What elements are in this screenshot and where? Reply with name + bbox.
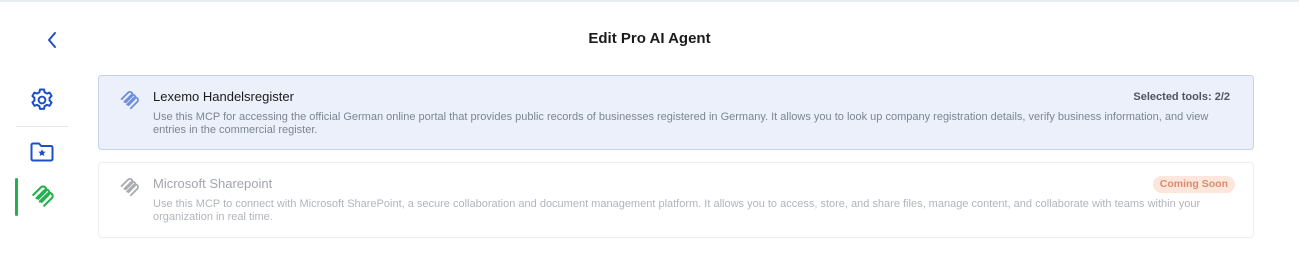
paperclip-icon — [120, 178, 139, 197]
mcp-description: Use this MCP to connect with Microsoft S… — [153, 198, 1201, 223]
sidebar-item-knowledge[interactable] — [24, 134, 60, 170]
folder-star-icon — [30, 142, 54, 162]
sidebar-divider — [16, 126, 68, 127]
mcp-description: Use this MCP for accessing the official … — [153, 111, 1209, 136]
sidebar-item-mcp[interactable] — [24, 178, 60, 214]
mcp-card-sharepoint: Microsoft Sharepoint Coming Soon Use thi… — [98, 162, 1254, 238]
mcp-card-lexemo[interactable]: Lexemo Handelsregister Selected tools: 2… — [98, 75, 1254, 150]
paperclip-icon — [32, 185, 54, 207]
top-divider — [0, 0, 1299, 2]
mcp-name: Microsoft Sharepoint — [153, 176, 273, 191]
paperclip-icon — [120, 91, 139, 110]
gear-icon — [31, 88, 53, 110]
page-title: Edit Pro AI Agent — [588, 30, 711, 47]
active-indicator — [15, 178, 18, 216]
mcp-name: Lexemo Handelsregister — [153, 89, 294, 104]
edit-agent-page: Edit Pro AI Agent Lexemo Handelsregister… — [0, 0, 1299, 280]
selected-tools-count: Selected tools: 2/2 — [1133, 91, 1230, 103]
sidebar-item-settings[interactable] — [24, 82, 60, 118]
coming-soon-badge: Coming Soon — [1152, 176, 1235, 193]
